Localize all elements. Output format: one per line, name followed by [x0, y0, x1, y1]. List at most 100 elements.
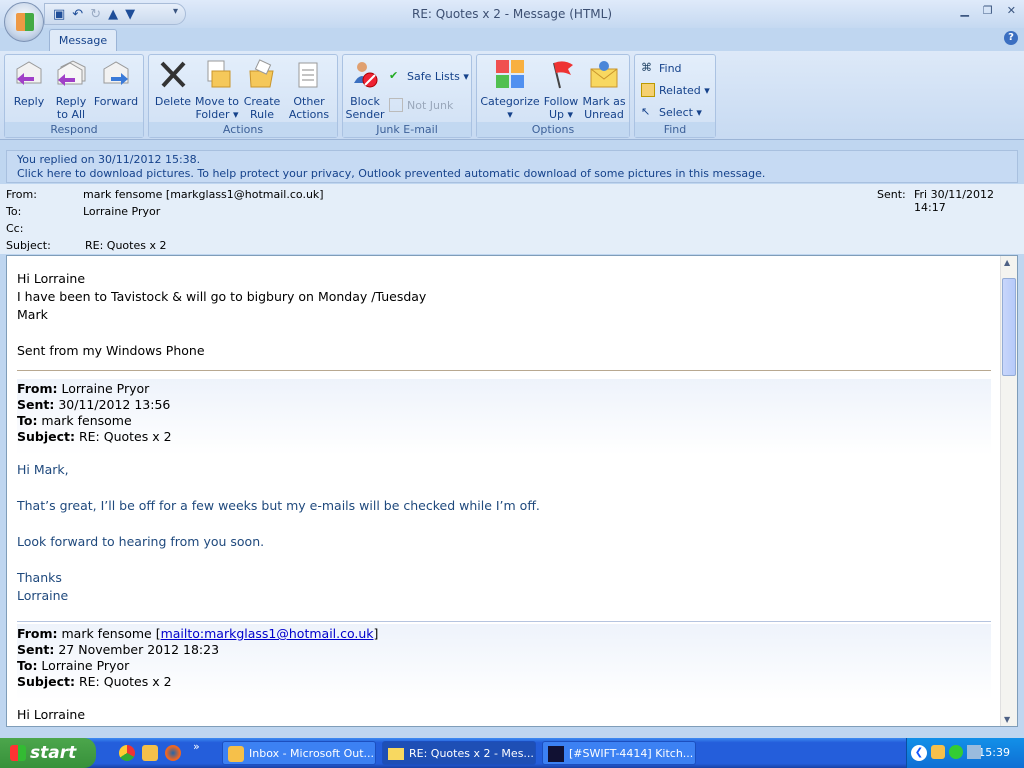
signature: Sent from my Windows Phone [17, 343, 205, 358]
start-button[interactable]: start [0, 738, 96, 768]
find-button[interactable]: ⌘ Find [641, 61, 682, 75]
select-button[interactable]: ↖ Select ▾ [641, 105, 702, 119]
message-body[interactable]: Hi Lorraine I have been to Tavistock & w… [6, 255, 1018, 727]
quoted-header-2: From: mark fensome [mailto:markglass1@ho… [17, 624, 991, 700]
categorize-icon [495, 59, 525, 89]
group-label: Find [635, 122, 715, 137]
body-line: Thanks [17, 570, 62, 585]
subject-value: RE: Quotes x 2 [85, 239, 167, 252]
download-pictures-notice[interactable]: Click here to download pictures. To help… [17, 167, 1007, 181]
close-button[interactable]: ✕ [1007, 4, 1016, 17]
reply-all-button[interactable]: Reply to All [51, 59, 91, 121]
envelope-icon [388, 748, 404, 760]
label: Subject: [17, 674, 75, 689]
block-sender-button[interactable]: Block Sender [345, 59, 385, 121]
create-rule-icon [247, 59, 277, 89]
taskbar: start » Inbox - Microsoft Out... RE: Quo… [0, 738, 1024, 768]
group-label: Options [477, 122, 629, 137]
network-tray-icon[interactable] [967, 745, 981, 759]
value: Lorraine Pryor [57, 381, 150, 396]
label: Inbox - Microsoft Out... [249, 747, 375, 760]
office-button[interactable] [4, 2, 44, 42]
restore-button[interactable]: ❐ [983, 4, 993, 17]
more-quicklaunch-icon[interactable]: » [193, 740, 200, 753]
group-label: Respond [5, 122, 143, 137]
reply-button[interactable]: Reply [11, 59, 47, 108]
help-icon[interactable]: ? [1004, 31, 1018, 45]
group-label: Junk E-mail [343, 122, 471, 137]
scrollbar-thumb[interactable] [1002, 278, 1016, 376]
cc-label: Cc: [6, 222, 24, 235]
replied-notice: You replied on 30/11/2012 15:38. [17, 153, 201, 166]
swift-icon [548, 746, 564, 762]
safe-lists-button[interactable]: ✔ Safe Lists ▾ [389, 69, 469, 83]
show-hidden-icons[interactable]: ❮ [911, 745, 927, 761]
window-title: RE: Quotes x 2 - Message (HTML) [412, 7, 612, 21]
scroll-down-icon[interactable]: ▼ [1004, 715, 1010, 724]
label: Sent: [17, 642, 55, 657]
mark-as-unread-button[interactable]: Mark as Unread [581, 59, 627, 121]
minimize-button[interactable]: ▁ [960, 4, 968, 17]
chrome-icon[interactable] [119, 745, 135, 761]
delete-icon [158, 59, 188, 89]
from-label: From: [6, 188, 37, 201]
subject-label: Subject: [6, 239, 51, 252]
status-tray-icon[interactable] [949, 745, 963, 759]
taskbar-item-message[interactable]: RE: Quotes x 2 - Mes... [382, 741, 536, 765]
not-junk-icon [389, 98, 403, 112]
message-header: From: mark fensome [markglass1@hotmail.c… [0, 184, 1024, 254]
label: [#SWIFT-4414] Kitch... [569, 747, 694, 760]
scroll-up-icon[interactable]: ▲ [1004, 258, 1010, 267]
info-bar[interactable]: You replied on 30/11/2012 15:38. Click h… [6, 150, 1018, 183]
sent-label: Sent: [877, 188, 906, 201]
related-button[interactable]: Related ▾ [641, 83, 710, 97]
move-to-folder-button[interactable]: Move to Folder ▾ [193, 59, 241, 121]
mailto-link[interactable]: mailto:markglass1@hotmail.co.uk [161, 626, 374, 641]
group-junk-email: Block Sender ✔ Safe Lists ▾ Not Junk Junk … [342, 54, 472, 138]
categorize-button[interactable]: Categorize ▾ [479, 59, 541, 121]
body-line: Hi Lorraine [17, 707, 86, 722]
flag-icon [546, 59, 576, 89]
windows-logo-icon [10, 745, 26, 761]
delete-button[interactable]: Delete [153, 59, 193, 108]
move-folder-icon [202, 59, 232, 89]
safe-lists-icon: ✔ [389, 69, 399, 82]
block-sender-icon [350, 59, 380, 89]
label: Sent: [17, 397, 55, 412]
office-logo-icon [16, 13, 34, 31]
body-line: Hi Mark, [17, 462, 69, 477]
value: mark fensome [ [57, 626, 161, 641]
group-find: ⌘ Find Related ▾ ↖ Select ▾ Find [634, 54, 716, 138]
clock[interactable]: 15:39 [978, 746, 1010, 759]
divider [17, 621, 991, 622]
value: 30/11/2012 13:56 [54, 397, 171, 412]
label: RE: Quotes x 2 - Mes... [409, 747, 534, 760]
to-value[interactable]: Lorraine Pryor [83, 205, 160, 218]
start-label: start [30, 743, 77, 763]
follow-up-button[interactable]: Follow Up ▾ [541, 59, 581, 121]
reply-icon [14, 59, 44, 89]
group-actions: Delete Move to Folder ▾ Create Rule Other A… [148, 54, 338, 138]
reply-all-icon [56, 59, 86, 89]
not-junk-button[interactable]: Not Junk [389, 98, 453, 112]
firefox-icon[interactable] [165, 745, 181, 761]
unread-envelope-icon [589, 59, 619, 89]
group-options: Categorize ▾ Follow Up ▾ Mark as Unread Opt… [476, 54, 630, 138]
from-value[interactable]: mark fensome [markglass1@hotmail.co.uk] [83, 188, 324, 201]
taskbar-item-inbox[interactable]: Inbox - Microsoft Out... [222, 741, 376, 765]
group-label: Actions [149, 122, 337, 137]
ribbon: Reply Reply to All Forward Respond Delete… [0, 51, 1024, 140]
value: 27 November 2012 18:23 [54, 642, 220, 657]
tab-message[interactable]: Message [49, 29, 117, 52]
outlook-tray-icon[interactable] [931, 745, 945, 759]
create-rule-button[interactable]: Create Rule [243, 59, 281, 121]
vertical-scrollbar[interactable]: ▲ ▼ [1000, 256, 1017, 726]
body-line: Look forward to hearing from you soon. [17, 534, 265, 549]
body-line: I have been to Tavistock & will go to bi… [17, 289, 427, 304]
outlook-icon [228, 746, 244, 762]
forward-button[interactable]: Forward [93, 59, 139, 108]
outlook-quicklaunch-icon[interactable] [142, 745, 158, 761]
taskbar-item-swift[interactable]: [#SWIFT-4414] Kitch... [542, 741, 696, 765]
value: Lorraine Pryor [37, 658, 130, 673]
group-respond: Reply Reply to All Forward Respond [4, 54, 144, 138]
